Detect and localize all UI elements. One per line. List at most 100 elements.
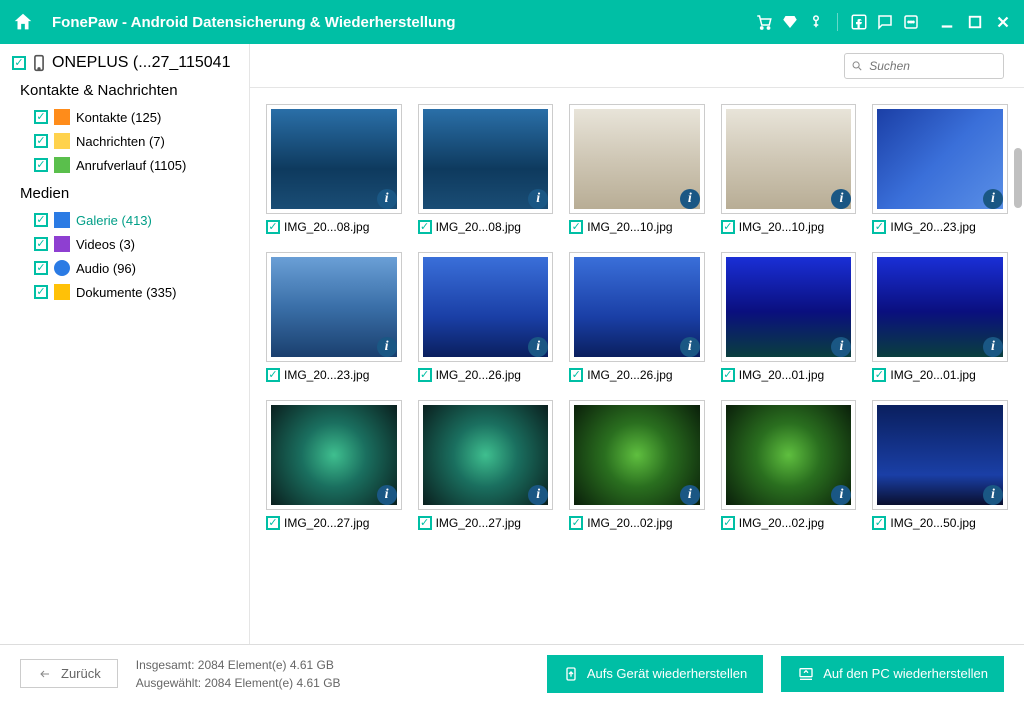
thumbnail-image[interactable]: i: [266, 400, 402, 510]
back-button[interactable]: Zurück: [20, 659, 118, 688]
thumbnail-checkbox[interactable]: [721, 368, 735, 382]
section-title-contacts: Kontakte & Nachrichten: [20, 82, 241, 99]
checkbox[interactable]: [34, 237, 48, 251]
thumbnail-image[interactable]: i: [418, 400, 554, 510]
restore-pc-button[interactable]: Auf den PC wiederherstellen: [781, 656, 1004, 692]
sidebar-item-audio[interactable]: Audio (96): [8, 256, 241, 280]
thumbnail-image[interactable]: i: [872, 400, 1008, 510]
thumbnail-label-row: IMG_20...23.jpg: [266, 368, 402, 382]
thumbnail-image[interactable]: i: [418, 104, 554, 214]
thumbnail[interactable]: i IMG_20...26.jpg: [569, 252, 705, 382]
calls-icon: [54, 157, 70, 173]
sidebar-item-dokumente[interactable]: Dokumente (335): [8, 280, 241, 304]
thumbnail-image[interactable]: i: [418, 252, 554, 362]
thumbnail[interactable]: i IMG_20...23.jpg: [872, 104, 1008, 234]
search-box[interactable]: [844, 53, 1004, 79]
thumbnail-checkbox[interactable]: [872, 368, 886, 382]
sidebar-item-label: Kontakte (125): [76, 110, 161, 125]
key-icon[interactable]: [807, 13, 825, 31]
thumbnail[interactable]: i IMG_20...23.jpg: [266, 252, 402, 382]
thumbnail-checkbox[interactable]: [418, 220, 432, 234]
facebook-icon[interactable]: [850, 13, 868, 31]
info-icon[interactable]: i: [983, 189, 1003, 209]
thumbnail-checkbox[interactable]: [266, 220, 280, 234]
feedback-icon[interactable]: [876, 13, 894, 31]
thumbnail-filename: IMG_20...08.jpg: [436, 220, 521, 234]
restore-device-button[interactable]: Aufs Gerät wiederherstellen: [547, 655, 763, 693]
thumbnail-image[interactable]: i: [266, 252, 402, 362]
sidebar-item-kontakte[interactable]: Kontakte (125): [8, 105, 241, 129]
minimize-icon[interactable]: [938, 13, 956, 31]
checkbox[interactable]: [34, 158, 48, 172]
info-icon[interactable]: i: [680, 485, 700, 505]
info-icon[interactable]: i: [983, 337, 1003, 357]
thumbnail[interactable]: i IMG_20...27.jpg: [266, 400, 402, 530]
checkbox[interactable]: [34, 213, 48, 227]
thumbnail-checkbox[interactable]: [872, 220, 886, 234]
maximize-icon[interactable]: [966, 13, 984, 31]
info-icon[interactable]: i: [680, 337, 700, 357]
thumbnail[interactable]: i IMG_20...10.jpg: [721, 104, 857, 234]
thumbnail-image[interactable]: i: [721, 400, 857, 510]
thumbnail[interactable]: i IMG_20...27.jpg: [418, 400, 554, 530]
thumbnail-checkbox[interactable]: [569, 368, 583, 382]
thumbnail-checkbox[interactable]: [266, 368, 280, 382]
thumbnail-checkbox[interactable]: [418, 516, 432, 530]
thumbnail-checkbox[interactable]: [418, 368, 432, 382]
info-icon[interactable]: i: [377, 337, 397, 357]
checkbox[interactable]: [34, 261, 48, 275]
checkbox[interactable]: [34, 110, 48, 124]
thumbnail-image[interactable]: i: [569, 252, 705, 362]
thumbnail-filename: IMG_20...01.jpg: [739, 368, 824, 382]
thumbnail-image[interactable]: i: [721, 252, 857, 362]
stats: Insgesamt: 2084 Element(e) 4.61 GB Ausge…: [136, 656, 341, 692]
sidebar-item-anrufverlauf[interactable]: Anrufverlauf (1105): [8, 153, 241, 177]
thumbnail-image[interactable]: i: [872, 104, 1008, 214]
thumbnail-checkbox[interactable]: [266, 516, 280, 530]
thumbnail-label-row: IMG_20...02.jpg: [569, 516, 705, 530]
thumbnail-image[interactable]: i: [721, 104, 857, 214]
thumbnail[interactable]: i IMG_20...02.jpg: [721, 400, 857, 530]
thumbnail[interactable]: i IMG_20...08.jpg: [266, 104, 402, 234]
checkbox[interactable]: [34, 134, 48, 148]
info-icon[interactable]: i: [377, 189, 397, 209]
thumbnail[interactable]: i IMG_20...02.jpg: [569, 400, 705, 530]
diamond-icon[interactable]: [781, 13, 799, 31]
thumbnail[interactable]: i IMG_20...26.jpg: [418, 252, 554, 382]
thumbnail-checkbox[interactable]: [721, 220, 735, 234]
thumbnail-checkbox[interactable]: [872, 516, 886, 530]
thumbnail[interactable]: i IMG_20...08.jpg: [418, 104, 554, 234]
thumbnail[interactable]: i IMG_20...01.jpg: [872, 252, 1008, 382]
sidebar-item-galerie[interactable]: Galerie (413): [8, 208, 241, 232]
thumbnail-grid-wrap: i IMG_20...08.jpg i IMG_20...08.jpg i IM…: [250, 88, 1024, 644]
thumbnail[interactable]: i IMG_20...01.jpg: [721, 252, 857, 382]
device-checkbox[interactable]: [12, 56, 26, 70]
thumbnail-checkbox[interactable]: [569, 220, 583, 234]
thumbnail-filename: IMG_20...26.jpg: [587, 368, 672, 382]
menu-icon[interactable]: [902, 13, 920, 31]
thumbnail-image[interactable]: i: [872, 252, 1008, 362]
thumbnail-filename: IMG_20...02.jpg: [587, 516, 672, 530]
audio-icon: [54, 260, 70, 276]
thumbnail-image[interactable]: i: [569, 104, 705, 214]
info-icon[interactable]: i: [680, 189, 700, 209]
scrollbar-thumb[interactable]: [1014, 148, 1022, 208]
thumbnail[interactable]: i IMG_20...50.jpg: [872, 400, 1008, 530]
info-icon[interactable]: i: [377, 485, 397, 505]
close-icon[interactable]: [994, 13, 1012, 31]
checkbox[interactable]: [34, 285, 48, 299]
thumbnail-image[interactable]: i: [266, 104, 402, 214]
thumbnail-checkbox[interactable]: [721, 516, 735, 530]
sidebar-item-nachrichten[interactable]: Nachrichten (7): [8, 129, 241, 153]
sidebar-item-videos[interactable]: Videos (3): [8, 232, 241, 256]
thumbnail-filename: IMG_20...08.jpg: [284, 220, 369, 234]
thumbnail-checkbox[interactable]: [569, 516, 583, 530]
info-icon[interactable]: i: [983, 485, 1003, 505]
home-icon[interactable]: [12, 11, 34, 33]
device-row[interactable]: ONEPLUS (...27_115041: [8, 54, 241, 72]
thumbnail[interactable]: i IMG_20...10.jpg: [569, 104, 705, 234]
thumbnail-label-row: IMG_20...08.jpg: [418, 220, 554, 234]
cart-icon[interactable]: [755, 13, 773, 31]
thumbnail-image[interactable]: i: [569, 400, 705, 510]
search-input[interactable]: [869, 59, 997, 73]
